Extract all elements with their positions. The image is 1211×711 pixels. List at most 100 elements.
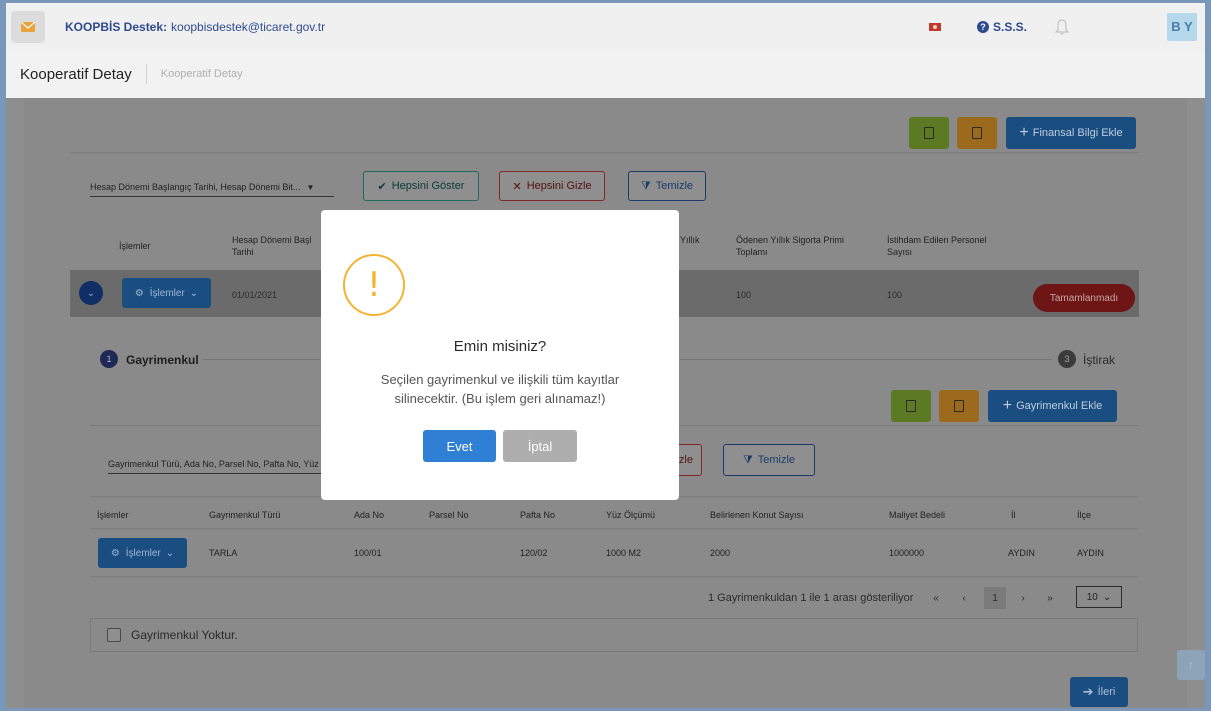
export-pdf-button[interactable]: [957, 117, 997, 149]
cell-type: TARLA: [209, 548, 238, 558]
col-header-period-start: Hesap Dönemi Başl Tarihi: [232, 234, 312, 258]
confirm-button[interactable]: Evet: [423, 430, 496, 462]
divider: [90, 576, 1138, 577]
col-header-ada: Ada No: [354, 510, 385, 520]
window-frame-left: [0, 0, 6, 711]
realestate-column-select[interactable]: Gayrimenkul Türü, Ada No, Parsel No, Paf…: [108, 459, 338, 474]
col-header-insurance-line2: Toplamı: [736, 247, 768, 257]
breadcrumb-current[interactable]: Kooperatif Detay: [161, 68, 243, 80]
step-label-istirak[interactable]: İştirak: [1083, 353, 1115, 367]
warning-icon: !: [343, 254, 405, 316]
clear-filter-button[interactable]: ⧩ Temizle: [723, 444, 815, 476]
add-financial-info-button[interactable]: + Finansal Bilgi Ekle: [1006, 117, 1136, 149]
pdf-icon: [972, 127, 982, 139]
step-connector: [680, 359, 1052, 360]
col-header-district: İlçe: [1077, 510, 1092, 520]
step-connector: [202, 359, 322, 360]
cell-houses: 2000: [710, 548, 731, 558]
cell-staff-count: 100: [887, 290, 903, 300]
gear-icon: ⚙: [110, 547, 120, 559]
chevron-down-icon: ⌄: [189, 287, 199, 299]
check-icon: ✔: [377, 180, 387, 193]
gear-icon: ⚙: [134, 287, 144, 299]
bell-icon[interactable]: [1055, 18, 1069, 35]
cell-cost: 1000000: [889, 548, 925, 558]
add-realestate-label: Gayrimenkul Ekle: [1016, 400, 1103, 412]
no-realestate-label: Gayrimenkul Yoktur.: [131, 628, 238, 642]
pager-last-button[interactable]: »: [1041, 587, 1059, 609]
arrow-up-icon: ↑: [1188, 658, 1194, 672]
financial-column-select-value: Hesap Dönemi Başlangıç Tarihi, Hesap Dön…: [90, 182, 301, 192]
pdf-icon: [954, 400, 964, 412]
excel-icon: [924, 127, 934, 139]
next-button[interactable]: ➔ İleri: [1070, 677, 1128, 707]
user-avatar[interactable]: B Y: [1167, 12, 1197, 41]
row-operations-button[interactable]: ⚙ İşlemler ⌄: [98, 538, 187, 568]
col-header-period-start-line2: Tarihi: [232, 247, 254, 257]
add-realestate-button[interactable]: + Gayrimenkul Ekle: [988, 390, 1117, 422]
divider: [70, 152, 1139, 153]
hide-all-label: Hepsini Gizle: [526, 180, 592, 192]
col-header-type: Gayrimenkul Türü: [209, 510, 281, 520]
breadcrumb: Kooperatif Detay Kooperatif Detay: [6, 50, 1205, 98]
col-header-pafta: Pafta No: [520, 510, 556, 520]
arrow-right-icon: ➔: [1082, 684, 1094, 699]
row-operations-label: İşlemler: [149, 287, 185, 299]
faq-label: S.S.S.: [992, 19, 1027, 34]
breadcrumb-divider: [145, 64, 147, 84]
clear-filter-button[interactable]: ⧩ Temizle: [628, 171, 706, 201]
pager-first-button[interactable]: «: [927, 587, 945, 609]
hide-all-button[interactable]: ✕ Hepsini Gizle: [499, 171, 605, 201]
export-excel-button[interactable]: [891, 390, 931, 422]
faq-link[interactable]: ? S.S.S.: [976, 19, 1027, 34]
col-header-staff-line1: İstihdam Edilen Personel: [887, 235, 987, 245]
col-header-area: Yüz Ölçümü: [606, 510, 656, 520]
divider: [90, 528, 1138, 529]
step-label-gayrimenkul[interactable]: Gayrimenkul: [126, 353, 199, 367]
mail-button[interactable]: [11, 10, 45, 43]
row-operations-label: İşlemler: [125, 547, 161, 559]
language-flag-icon[interactable]: [928, 22, 941, 31]
support-email-link[interactable]: koopbisdestek@ticaret.gov.tr: [171, 20, 325, 34]
cell-pafta: 120/02: [520, 548, 548, 558]
chevron-down-icon: ⌄: [1102, 591, 1112, 603]
cell-insurance-total: 100: [736, 290, 752, 300]
col-header-staff: İstihdam Edilen Personel Sayısı: [887, 234, 987, 258]
page-title: Kooperatif Detay: [20, 65, 132, 83]
pager-page-button[interactable]: 1: [984, 587, 1006, 609]
cell-period-start: 01/01/2021: [232, 290, 278, 300]
realestate-column-select-value: Gayrimenkul Türü, Ada No, Parsel No, Paf…: [108, 459, 329, 469]
row-operations-button[interactable]: ⚙ İşlemler ⌄: [122, 278, 211, 308]
cell-city: AYDIN: [1008, 548, 1035, 558]
col-header-operations: İşlemler: [119, 241, 151, 251]
window-frame-right: [1205, 0, 1211, 711]
confirm-delete-dialog: ! Emin misiniz? Seçilen gayrimenkul ve i…: [321, 210, 679, 500]
pager-next-button[interactable]: ›: [1014, 587, 1032, 609]
page-size-select[interactable]: 10 ⌄: [1076, 586, 1122, 608]
col-header-houses: Belirlenen Konut Sayısı: [710, 510, 804, 520]
step-number-1: 1: [100, 350, 118, 368]
financial-column-select[interactable]: Hesap Dönemi Başlangıç Tarihi, Hesap Dön…: [90, 182, 334, 197]
show-all-button[interactable]: ✔ Hepsini Göster: [363, 171, 479, 201]
add-financial-info-label: Finansal Bilgi Ekle: [1032, 127, 1123, 139]
col-header-city: İl: [1011, 510, 1016, 520]
col-header-operations: İşlemler: [97, 510, 129, 520]
col-header-parsel: Parsel No: [429, 510, 469, 520]
export-excel-button[interactable]: [909, 117, 949, 149]
pager-summary: 1 Gayrimenkuldan 1 ile 1 arası gösterili…: [708, 592, 914, 604]
excel-icon: [906, 400, 916, 412]
mail-icon: [21, 21, 35, 32]
cancel-button[interactable]: İptal: [503, 430, 577, 462]
no-realestate-option[interactable]: Gayrimenkul Yoktur.: [90, 618, 1138, 652]
no-realestate-checkbox[interactable]: [107, 628, 121, 642]
filter-icon: ⧩: [640, 179, 651, 192]
export-pdf-button[interactable]: [939, 390, 979, 422]
plus-icon: +: [1002, 397, 1013, 414]
support-label: KOOPBİS Destek:: [65, 19, 168, 34]
expand-row-button[interactable]: ⌄: [79, 281, 103, 305]
col-header-cost: Maliyet Bedeli: [889, 510, 946, 520]
pager-prev-button[interactable]: ‹: [955, 587, 973, 609]
page-size-value: 10: [1086, 591, 1098, 603]
scroll-to-top-button[interactable]: ↑: [1177, 650, 1205, 680]
chevron-down-icon: ⌄: [165, 547, 175, 559]
